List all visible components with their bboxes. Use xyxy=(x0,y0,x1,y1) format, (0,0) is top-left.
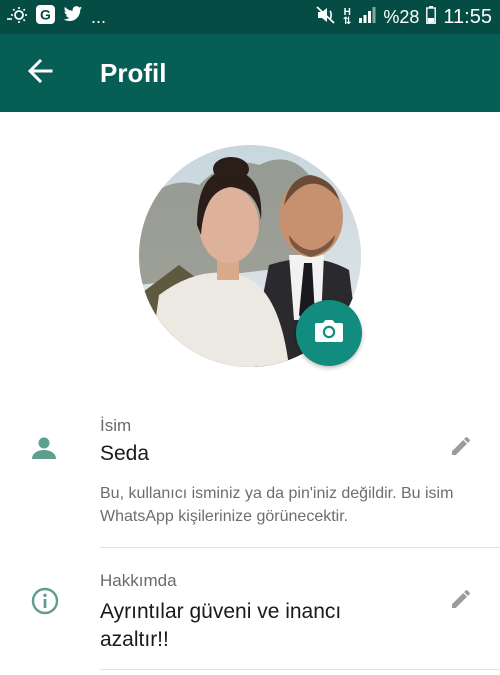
status-bar-left: G ... xyxy=(6,5,114,29)
app-toolbar: Profil xyxy=(0,34,500,112)
divider xyxy=(100,669,500,670)
status-bar-right: H ⇅ %28 11:55 xyxy=(309,5,492,29)
change-photo-button[interactable] xyxy=(296,300,362,366)
camera-icon xyxy=(314,318,344,349)
mute-icon xyxy=(316,5,336,29)
pencil-icon xyxy=(449,434,473,463)
profile-photo-container xyxy=(139,145,362,367)
battery-icon xyxy=(426,5,437,29)
data-arrows-icon: ⇅ xyxy=(343,16,352,27)
page-title: Profil xyxy=(100,57,167,88)
twitter-icon xyxy=(63,6,83,28)
name-hint: Bu, kullanıcı isminiz ya da pin'iniz değ… xyxy=(100,485,454,525)
battery-percent: %28 xyxy=(383,6,420,27)
edit-about-button[interactable] xyxy=(446,586,476,616)
edit-name-button[interactable] xyxy=(446,433,476,463)
svg-text:G: G xyxy=(40,7,51,23)
clock: 11:55 xyxy=(443,5,492,28)
signal-icon xyxy=(358,6,376,28)
network-h-icon: H ⇅ xyxy=(343,8,352,27)
info-icon xyxy=(30,586,60,616)
about-value[interactable]: Ayrıntılar güveni ve inancı azaltır!! xyxy=(100,598,400,654)
divider xyxy=(100,547,500,548)
google-icon: G xyxy=(36,5,55,29)
back-button[interactable] xyxy=(22,55,58,91)
name-label: İsim xyxy=(100,416,132,435)
name-value[interactable]: Seda xyxy=(100,442,149,466)
more-notifications: ... xyxy=(91,7,107,27)
arrow-left-icon xyxy=(27,58,53,88)
person-icon xyxy=(30,434,58,462)
status-bar: G ... H ⇅ %28 11:55 xyxy=(0,0,500,34)
pencil-icon xyxy=(449,587,473,616)
about-label: Hakkımda xyxy=(100,571,177,590)
sun-icon xyxy=(6,6,28,29)
